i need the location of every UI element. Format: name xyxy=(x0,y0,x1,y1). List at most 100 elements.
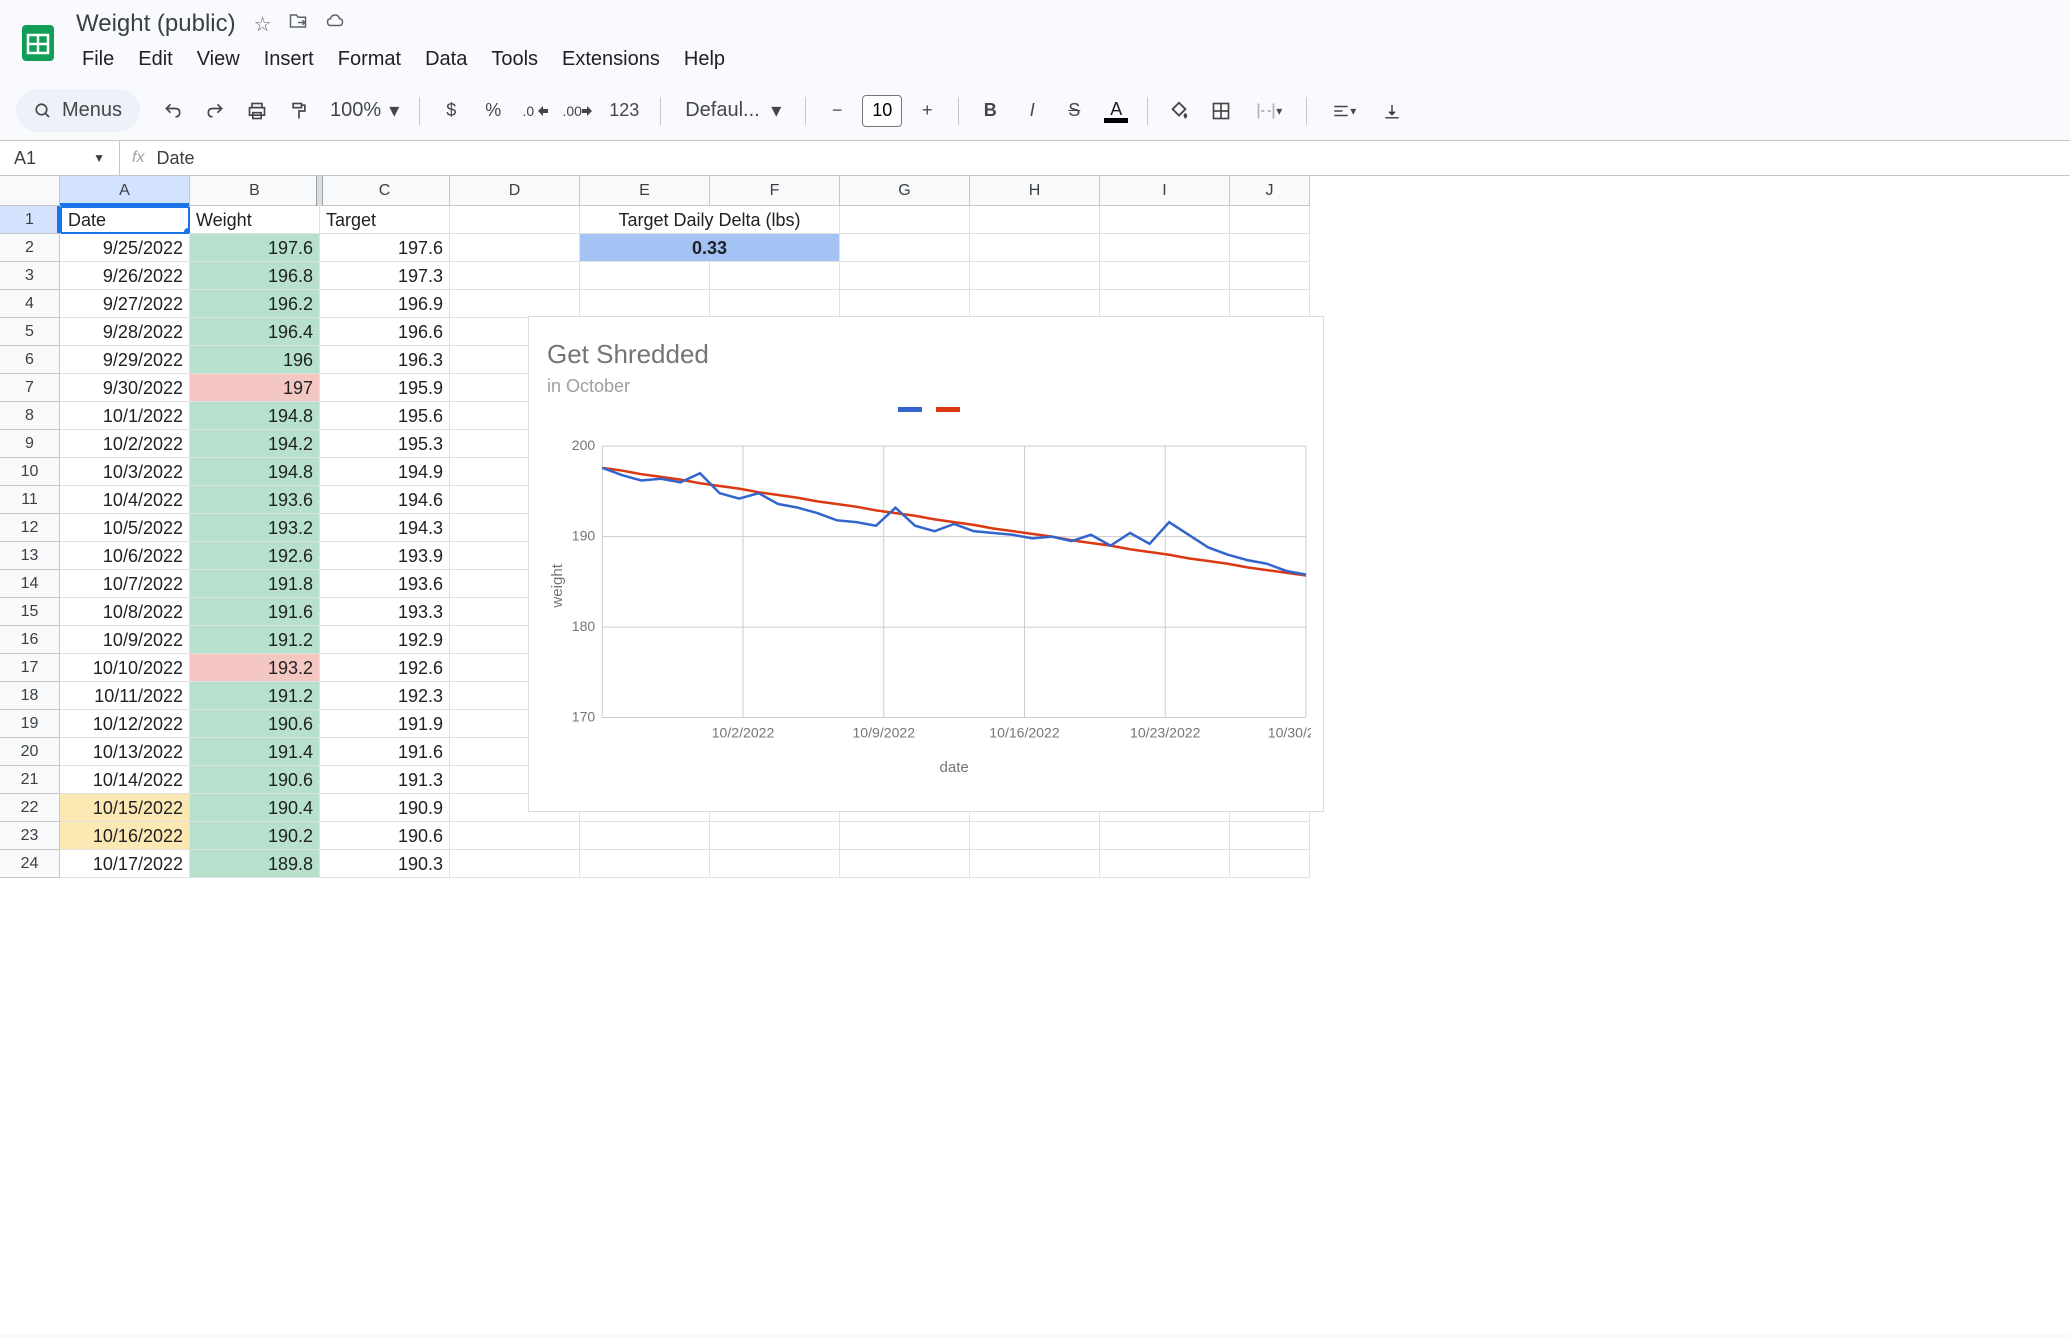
cell-E23[interactable] xyxy=(580,822,710,850)
menu-tools[interactable]: Tools xyxy=(481,42,548,77)
cell-F24[interactable] xyxy=(710,850,840,878)
name-box[interactable]: A1 ▼ xyxy=(0,141,120,175)
cell-I2[interactable] xyxy=(1100,234,1230,262)
strikethrough-button[interactable]: S xyxy=(1055,92,1093,130)
cell-B7[interactable]: 197 xyxy=(190,374,320,402)
column-header-I[interactable]: I xyxy=(1100,176,1230,206)
cell-A2[interactable]: 9/25/2022 xyxy=(60,234,190,262)
cell-C15[interactable]: 193.3 xyxy=(320,598,450,626)
cell-C10[interactable]: 194.9 xyxy=(320,458,450,486)
cell-D4[interactable] xyxy=(450,290,580,318)
cell-A17[interactable]: 10/10/2022 xyxy=(60,654,190,682)
cell-J23[interactable] xyxy=(1230,822,1310,850)
cell-A5[interactable]: 9/28/2022 xyxy=(60,318,190,346)
cell-D1[interactable] xyxy=(450,206,580,234)
menu-insert[interactable]: Insert xyxy=(254,42,324,77)
cell-A1[interactable]: Date xyxy=(60,206,190,234)
cell-C22[interactable]: 190.9 xyxy=(320,794,450,822)
cell-C1[interactable]: Target xyxy=(320,206,450,234)
font-size-input[interactable] xyxy=(862,95,902,127)
column-header-G[interactable]: G xyxy=(840,176,970,206)
cell-A19[interactable]: 10/12/2022 xyxy=(60,710,190,738)
cell-B12[interactable]: 193.2 xyxy=(190,514,320,542)
decrease-decimal-button[interactable]: .0 xyxy=(516,92,554,130)
menu-format[interactable]: Format xyxy=(328,42,411,77)
italic-button[interactable]: I xyxy=(1013,92,1051,130)
cell-A8[interactable]: 10/1/2022 xyxy=(60,402,190,430)
cell-A13[interactable]: 10/6/2022 xyxy=(60,542,190,570)
select-all-corner[interactable] xyxy=(0,176,60,206)
zoom-dropdown[interactable]: 100% ▾ xyxy=(322,98,407,123)
horizontal-align-button[interactable]: ▾ xyxy=(1319,92,1369,130)
cell-C12[interactable]: 194.3 xyxy=(320,514,450,542)
cell-E3[interactable] xyxy=(580,262,710,290)
column-header-H[interactable]: H xyxy=(970,176,1100,206)
cell-B9[interactable]: 194.2 xyxy=(190,430,320,458)
cell-B22[interactable]: 190.4 xyxy=(190,794,320,822)
cell-F4[interactable] xyxy=(710,290,840,318)
row-header-5[interactable]: 5 xyxy=(0,318,60,346)
menu-help[interactable]: Help xyxy=(674,42,735,77)
cell-C5[interactable]: 196.6 xyxy=(320,318,450,346)
menus-search-button[interactable]: Menus xyxy=(16,89,140,132)
row-header-21[interactable]: 21 xyxy=(0,766,60,794)
cell-A20[interactable]: 10/13/2022 xyxy=(60,738,190,766)
cell-C13[interactable]: 193.9 xyxy=(320,542,450,570)
column-freeze-handle[interactable] xyxy=(316,176,323,206)
spreadsheet-grid[interactable]: ABCDEFGHIJ1DateWeightTargetTarget Daily … xyxy=(0,176,2070,1334)
cell-F3[interactable] xyxy=(710,262,840,290)
cell-B24[interactable]: 189.8 xyxy=(190,850,320,878)
menu-edit[interactable]: Edit xyxy=(128,42,182,77)
cell-A11[interactable]: 10/4/2022 xyxy=(60,486,190,514)
cell-B14[interactable]: 191.8 xyxy=(190,570,320,598)
row-header-19[interactable]: 19 xyxy=(0,710,60,738)
cell-A9[interactable]: 10/2/2022 xyxy=(60,430,190,458)
row-header-12[interactable]: 12 xyxy=(0,514,60,542)
column-header-A[interactable]: A xyxy=(60,176,190,206)
cell-J24[interactable] xyxy=(1230,850,1310,878)
cell-E1[interactable]: Target Daily Delta (lbs) xyxy=(580,206,840,234)
cell-J2[interactable] xyxy=(1230,234,1310,262)
cell-C3[interactable]: 197.3 xyxy=(320,262,450,290)
row-header-11[interactable]: 11 xyxy=(0,486,60,514)
cell-B18[interactable]: 191.2 xyxy=(190,682,320,710)
cell-B13[interactable]: 192.6 xyxy=(190,542,320,570)
number-format-button[interactable]: 123 xyxy=(600,92,648,130)
row-header-22[interactable]: 22 xyxy=(0,794,60,822)
paint-format-button[interactable] xyxy=(280,92,318,130)
cell-A16[interactable]: 10/9/2022 xyxy=(60,626,190,654)
cloud-status-icon[interactable] xyxy=(324,12,346,37)
merge-cells-button[interactable]: ▾ xyxy=(1244,92,1294,130)
cell-F23[interactable] xyxy=(710,822,840,850)
cell-D2[interactable] xyxy=(450,234,580,262)
cell-A12[interactable]: 10/5/2022 xyxy=(60,514,190,542)
cell-C18[interactable]: 192.3 xyxy=(320,682,450,710)
cell-C16[interactable]: 192.9 xyxy=(320,626,450,654)
cell-H23[interactable] xyxy=(970,822,1100,850)
column-header-D[interactable]: D xyxy=(450,176,580,206)
star-icon[interactable]: ☆ xyxy=(254,12,272,37)
cell-A14[interactable]: 10/7/2022 xyxy=(60,570,190,598)
text-color-button[interactable]: A xyxy=(1097,92,1135,130)
cell-I3[interactable] xyxy=(1100,262,1230,290)
cell-G23[interactable] xyxy=(840,822,970,850)
cell-A18[interactable]: 10/11/2022 xyxy=(60,682,190,710)
cell-A24[interactable]: 10/17/2022 xyxy=(60,850,190,878)
cell-B17[interactable]: 193.2 xyxy=(190,654,320,682)
decrease-font-size-button[interactable]: − xyxy=(818,92,856,130)
move-icon[interactable] xyxy=(288,12,308,37)
column-header-J[interactable]: J xyxy=(1230,176,1310,206)
cell-J3[interactable] xyxy=(1230,262,1310,290)
cell-C2[interactable]: 197.6 xyxy=(320,234,450,262)
cell-B5[interactable]: 196.4 xyxy=(190,318,320,346)
cell-E24[interactable] xyxy=(580,850,710,878)
cell-G2[interactable] xyxy=(840,234,970,262)
cell-C23[interactable]: 190.6 xyxy=(320,822,450,850)
percent-format-button[interactable]: % xyxy=(474,92,512,130)
row-header-13[interactable]: 13 xyxy=(0,542,60,570)
row-header-17[interactable]: 17 xyxy=(0,654,60,682)
cell-D23[interactable] xyxy=(450,822,580,850)
cell-D3[interactable] xyxy=(450,262,580,290)
cell-B19[interactable]: 190.6 xyxy=(190,710,320,738)
cell-C24[interactable]: 190.3 xyxy=(320,850,450,878)
